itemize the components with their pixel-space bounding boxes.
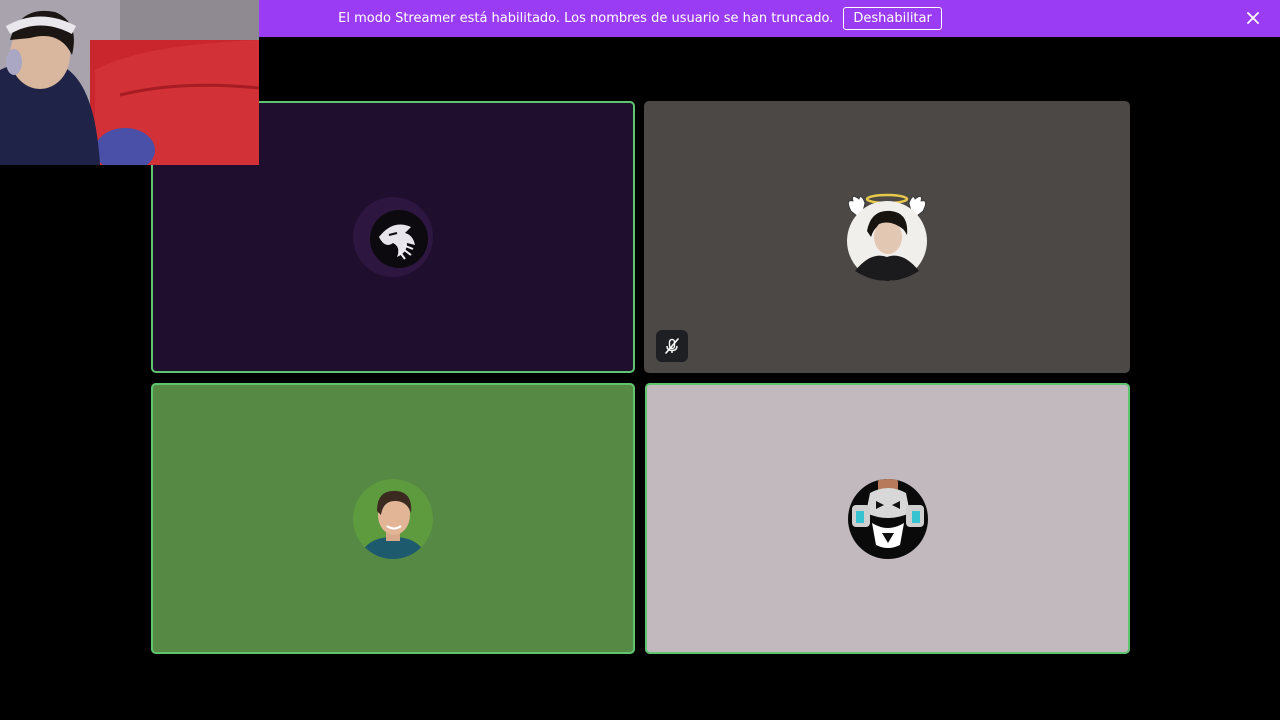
participant-tile[interactable] — [151, 383, 635, 654]
voice-call-window: El modo Streamer está habilitado. Los no… — [0, 0, 1280, 720]
close-icon[interactable] — [1244, 9, 1262, 27]
angel-boy-avatar — [847, 193, 927, 281]
participant-tile[interactable] — [644, 101, 1130, 373]
participant-tile[interactable] — [645, 383, 1130, 654]
streamer-mode-message: El modo Streamer está habilitado. Los no… — [338, 11, 834, 26]
microphone-muted-icon — [656, 330, 688, 362]
man-portrait-avatar — [353, 478, 433, 559]
robot-avatar — [847, 478, 928, 559]
dragon-avatar — [353, 197, 433, 277]
webcam-feed — [0, 0, 259, 165]
disable-streamer-mode-button[interactable]: Deshabilitar — [843, 7, 942, 30]
